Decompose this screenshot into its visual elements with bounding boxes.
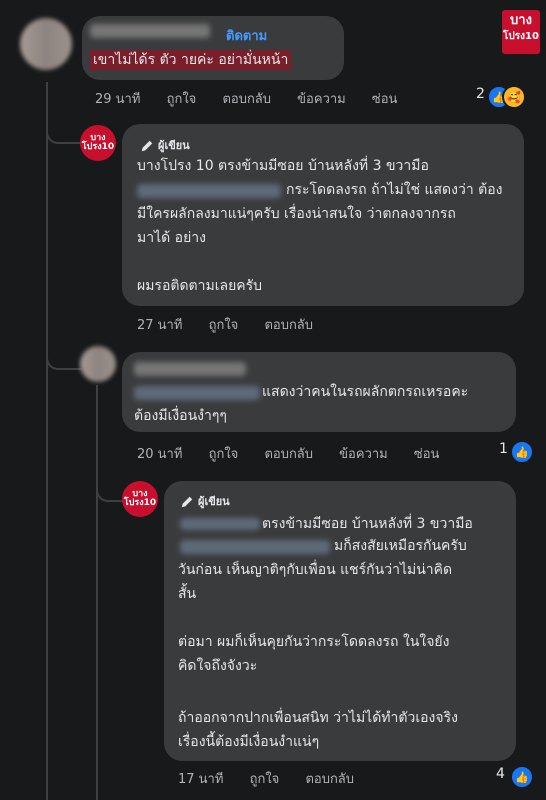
comment-line: แสดงว่าคนในรถผลักตกรถเหรอคะ: [262, 384, 469, 400]
thread-line-sub: [96, 385, 98, 800]
brand-watermark: บาง โปรง10: [502, 10, 540, 54]
comment-line: สั้น: [178, 586, 197, 602]
avatar[interactable]: [20, 18, 72, 70]
timestamp[interactable]: 27 นาที: [137, 318, 182, 333]
redacted-text: [134, 386, 260, 400]
comment-line: มก็สงสัยเหมือรกันครับ: [334, 538, 467, 554]
thread-elbow: [46, 340, 82, 370]
author-badge: ผู้เขียน: [180, 492, 230, 510]
follow-link[interactable]: ติดตาม: [226, 27, 267, 47]
hide-button[interactable]: ซ่อน: [414, 447, 440, 462]
reaction-count[interactable]: 2: [476, 86, 485, 102]
author-badge: ผู้เขียน: [140, 136, 190, 154]
redacted-text: [180, 518, 260, 530]
author-avatar[interactable]: บาง โปรง10: [80, 125, 116, 161]
timestamp[interactable]: 20 นาที: [137, 447, 182, 462]
comment-text: เขาไม่ได้ร ตัว ายค่ะ อย่ามั่นหน้า: [90, 50, 292, 70]
comment-actions: 27 นาที ถูกใจ ตอบกลับ: [137, 314, 335, 335]
pen-icon: [181, 496, 193, 508]
avatar[interactable]: [80, 346, 116, 382]
reply-button[interactable]: ตอบกลับ: [264, 318, 313, 333]
hide-button[interactable]: ซ่อน: [372, 92, 398, 107]
comment-line: ต้องมีเงื่อนงำๆๆ: [134, 408, 227, 424]
like-button[interactable]: ถูกใจ: [209, 318, 239, 333]
reply-button[interactable]: ตอบกลับ: [305, 772, 354, 787]
like-reaction-icon[interactable]: 👍: [510, 765, 534, 789]
comment-line: วันก่อน เห็นญาติๆกับเพื่อน แชร์กันว่าไม่…: [178, 562, 453, 578]
comment-line: กระโดดลงรถ ถ้าไม่ใช่ แสดงว่า ต้อง: [286, 182, 503, 198]
like-reaction-icon[interactable]: 👍: [510, 440, 534, 464]
comment-line: ถ้าออกจากปากเพื่อนสนิท ว่าไม่ได้ทำตัวเอง…: [178, 710, 458, 726]
author-avatar[interactable]: บาง โปรง10: [122, 481, 158, 517]
message-button[interactable]: ข้อความ: [339, 447, 388, 462]
reply-button[interactable]: ตอบกลับ: [264, 447, 313, 462]
reaction-count[interactable]: 1: [499, 441, 508, 457]
redacted-text: [180, 540, 330, 554]
care-reaction-icon[interactable]: 🥰: [502, 85, 526, 109]
timestamp[interactable]: 29 นาที: [95, 92, 140, 107]
thread-line-main: [46, 82, 48, 800]
pen-icon: [141, 140, 153, 152]
message-button[interactable]: ข้อความ: [297, 92, 346, 107]
redacted-text: [137, 184, 281, 198]
reply-button[interactable]: ตอบกลับ: [222, 92, 271, 107]
like-button[interactable]: ถูกใจ: [209, 447, 239, 462]
like-button[interactable]: ถูกใจ: [250, 772, 280, 787]
comment-line: มาได้ อย่าง: [137, 230, 206, 246]
commenter-name-redacted[interactable]: [134, 362, 246, 376]
thread-elbow: [96, 470, 124, 502]
like-button[interactable]: ถูกใจ: [167, 92, 197, 107]
comment-actions: 20 นาที ถูกใจ ตอบกลับ ข้อความ ซ่อน: [137, 443, 461, 464]
timestamp[interactable]: 17 นาที: [178, 772, 223, 787]
commenter-name-redacted[interactable]: [90, 24, 210, 38]
comment-actions: 17 นาที ถูกใจ ตอบกลับ: [178, 768, 376, 789]
comment-line: ตรงข้ามมีซอย บ้านหลังที่ 3 ขวามือ: [262, 516, 473, 532]
comment-line: ต่อมา ผมก็เห็นคุยกันว่ากระโดดลงรถ ในใจยั…: [178, 634, 450, 650]
comment-line: บางโปรง 10 ตรงข้ามมีซอย บ้านหลังที่ 3 ขว…: [137, 158, 429, 174]
comment-line: มีใครผลักลงมาแน่ๆครับ เรื่องน่าสนใจ ว่าต…: [137, 206, 456, 222]
comment-actions: 29 นาที ถูกใจ ตอบกลับ ข้อความ ซ่อน: [95, 88, 419, 109]
comment-line: ผมรอติดตามเลยครับ: [137, 278, 263, 294]
thread-elbow: [46, 112, 82, 144]
reaction-count[interactable]: 4: [496, 766, 505, 782]
comment-line: คิดใจถึงจังวะ: [178, 658, 258, 674]
comment-line: เรื่องนี้ต้องมีเงื่อนงำแน่ๆ: [178, 734, 320, 750]
